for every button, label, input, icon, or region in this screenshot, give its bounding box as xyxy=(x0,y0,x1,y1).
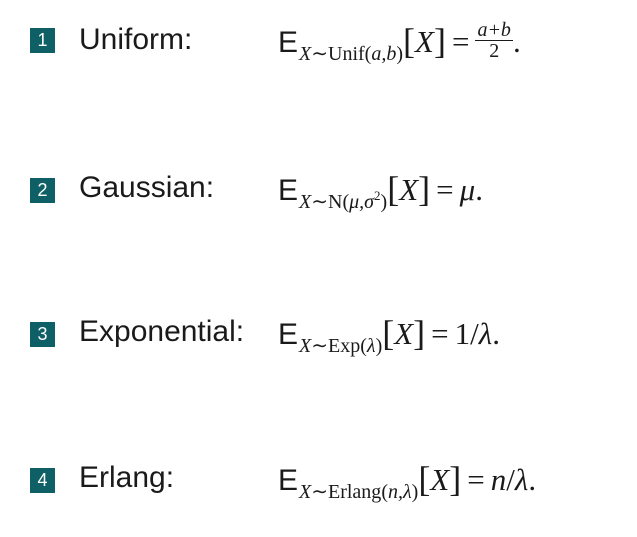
expectation-formula: EX∼Erlang(n,λ)[X] = n/λ. xyxy=(278,459,537,503)
distribution-name: Exponential: xyxy=(79,315,245,348)
list-item-erlang: 4 Erlang: EX∼Erlang(n,λ)[X] = n/λ. xyxy=(0,458,637,508)
list-item-exponential: 3 Exponential: EX∼Exp(λ)[X] = 1/λ. xyxy=(0,312,637,362)
expectation-symbol: E xyxy=(278,318,299,351)
item-number-badge: 1 xyxy=(30,28,55,53)
expectation-symbol: E xyxy=(278,464,299,497)
formula-subscript: X∼Exp(λ) xyxy=(299,335,383,357)
formula-subscript: X∼Unif(a,b) xyxy=(299,43,404,65)
expectation-formula: EX∼Unif(a,b)[X] = a+b 2. xyxy=(278,19,521,65)
formula-subscript: X∼Erlang(n,λ) xyxy=(299,481,419,503)
list-item-gaussian: 2 Gaussian: EX∼N(μ,σ2)[X] = μ. xyxy=(0,168,637,218)
expectation-symbol: E xyxy=(278,26,299,59)
fraction: a+b 2 xyxy=(475,19,513,63)
expectation-formula: EX∼Exp(λ)[X] = 1/λ. xyxy=(278,313,500,357)
item-number-badge: 4 xyxy=(30,468,55,493)
distribution-name: Erlang: xyxy=(79,461,175,494)
distribution-name: Gaussian: xyxy=(79,171,215,204)
expectation-symbol: E xyxy=(278,174,299,207)
expectation-formula: EX∼N(μ,σ2)[X] = μ. xyxy=(278,169,483,213)
distribution-name: Uniform: xyxy=(79,23,193,56)
item-number-badge: 2 xyxy=(30,178,55,203)
item-number-badge: 3 xyxy=(30,322,55,347)
formula-subscript: X∼N(μ,σ2) xyxy=(299,188,388,213)
list-item-uniform: 1 Uniform: EX∼Unif(a,b)[X] = a+b 2. xyxy=(0,19,637,72)
